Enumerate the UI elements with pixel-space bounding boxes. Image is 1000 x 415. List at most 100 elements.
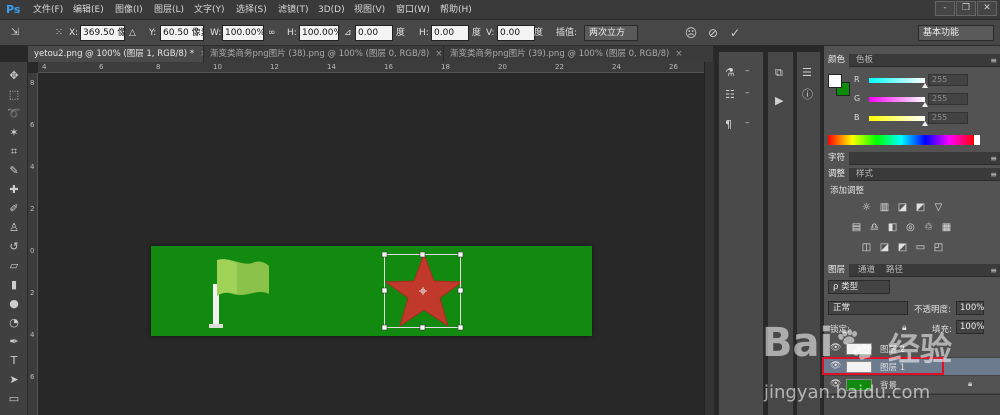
collapse-icon[interactable]: –	[745, 118, 750, 128]
color-lookup-icon[interactable]: ▦	[940, 222, 953, 233]
foreground-color-swatch[interactable]	[828, 74, 842, 88]
workspace-select[interactable]: 基本功能	[918, 25, 994, 41]
move-tool-preset-icon[interactable]: ⇲	[6, 24, 24, 42]
restore-button[interactable]: ❐	[956, 1, 976, 16]
tab-paths[interactable]: 路径	[882, 264, 907, 277]
eyedropper-tool-icon[interactable]: ✎	[5, 163, 23, 179]
reference-point-icon[interactable]: ⁙	[50, 24, 68, 42]
menu-view[interactable]: 视图(V)	[354, 0, 385, 20]
minimize-button[interactable]: -	[935, 1, 955, 16]
panel-menu-icon[interactable]: ≡	[990, 168, 997, 181]
layer-row-selected[interactable]: 👁︎ 图层 1	[822, 357, 1000, 376]
magic-wand-icon[interactable]: ✶	[5, 125, 23, 141]
menu-edit[interactable]: 编辑(E)	[73, 0, 104, 20]
history-icon[interactable]: ⧉	[775, 66, 783, 80]
blend-mode-select[interactable]: 正常	[828, 301, 908, 315]
path-selection-icon[interactable]: ➤	[5, 372, 23, 388]
hue-saturation-icon[interactable]: ▤	[850, 222, 863, 233]
brush-settings-icon[interactable]: ☷	[725, 88, 735, 101]
lasso-tool-icon[interactable]: ➰	[5, 106, 23, 122]
commit-transform-icon[interactable]: ✓	[726, 24, 744, 42]
layer-filter-select[interactable]: ρ 类型	[828, 280, 890, 294]
green-slider[interactable]: G 255	[824, 93, 1000, 107]
gradient-tool-icon[interactable]: ▮	[5, 277, 23, 293]
collapse-icon[interactable]: –	[745, 88, 750, 98]
healing-brush-icon[interactable]: ✚	[5, 182, 23, 198]
black-white-icon[interactable]: ◧	[886, 222, 899, 233]
panel-menu-icon[interactable]: ≡	[990, 152, 997, 165]
menu-type[interactable]: 文字(Y)	[194, 0, 225, 20]
blue-value[interactable]: 255	[928, 112, 968, 124]
threshold-icon[interactable]: ◩	[896, 242, 909, 253]
brush-tool-icon[interactable]: ✐	[5, 201, 23, 217]
warp-icon[interactable]: ☹	[682, 24, 700, 42]
blue-track[interactable]	[869, 116, 925, 121]
menu-window[interactable]: 窗口(W)	[396, 0, 430, 20]
menu-layer[interactable]: 图层(L)	[154, 0, 184, 20]
photo-filter-icon[interactable]: ◎	[904, 222, 917, 233]
close-icon[interactable]: ×	[435, 49, 442, 59]
white-swatch[interactable]	[974, 135, 980, 145]
canvas-area[interactable]	[38, 73, 714, 415]
green-value[interactable]: 255	[928, 93, 968, 105]
panel-menu-icon[interactable]: ≡	[990, 264, 997, 277]
layer-row[interactable]: 👁︎ 背景 🔒︎	[824, 376, 1000, 394]
tab-character[interactable]: 字符	[824, 152, 850, 165]
tab-styles[interactable]: 样式	[852, 168, 877, 181]
lock-all-icon[interactable]: 🔒︎	[902, 323, 907, 333]
h-field[interactable]: 100.00%	[299, 25, 339, 41]
dodge-tool-icon[interactable]: ◔	[5, 315, 23, 331]
tool-preset-icon[interactable]: ⚗	[725, 66, 735, 79]
properties-icon[interactable]: ☰	[802, 66, 812, 79]
hskew-field[interactable]: 0.00	[431, 25, 469, 41]
x-field[interactable]: 369.50 像素	[80, 25, 125, 41]
menu-3d[interactable]: 3D(D)	[318, 0, 345, 20]
y-field[interactable]: 60.50 像素	[160, 25, 204, 41]
document-canvas[interactable]	[151, 246, 592, 336]
brightness-icon[interactable]: ☼	[860, 202, 873, 213]
tab-png-39[interactable]: 渐变类商务png图片 (39).png @ 100% (图层 0, RGB/8)…	[444, 46, 714, 62]
pen-tool-icon[interactable]: ✒	[5, 334, 23, 350]
type-tool-icon[interactable]: T	[5, 353, 23, 369]
vibrance-icon[interactable]: ▽	[932, 202, 945, 213]
menu-help[interactable]: 帮助(H)	[440, 0, 472, 20]
red-track[interactable]	[869, 78, 925, 83]
curves-icon[interactable]: ◪	[896, 202, 909, 213]
color-balance-icon[interactable]: ♎	[868, 222, 881, 233]
w-field[interactable]: 100.00%	[222, 25, 264, 41]
cancel-transform-icon[interactable]: ⊘	[704, 24, 722, 42]
vskew-field[interactable]: 0.00	[497, 25, 535, 41]
angle-field[interactable]: 0.00	[355, 25, 393, 41]
blur-tool-icon[interactable]: ●	[5, 296, 23, 312]
tab-yetou2[interactable]: yetou2.png @ 100% (图层 1, RGB/8) *×	[28, 46, 204, 62]
menu-image[interactable]: 图像(I)	[115, 0, 143, 20]
crop-tool-icon[interactable]: ⌗	[5, 144, 23, 160]
posterize-icon[interactable]: ◪	[878, 242, 891, 253]
marquee-tool-icon[interactable]: ⬚	[5, 87, 23, 103]
history-brush-icon[interactable]: ↺	[5, 239, 23, 255]
blue-slider[interactable]: B 255	[824, 112, 1000, 126]
visibility-eye-icon[interactable]: 👁︎	[830, 343, 841, 353]
tab-layers[interactable]: 图层	[824, 264, 850, 277]
tab-png-38[interactable]: 渐变类商务png图片 (38).png @ 100% (图层 0, RGB/8)…	[204, 46, 444, 62]
shape-tool-icon[interactable]: ▭	[5, 391, 23, 407]
tab-channels[interactable]: 通道	[854, 264, 879, 277]
link-icon[interactable]: ∞	[268, 26, 276, 40]
move-tool-icon[interactable]: ✥	[5, 68, 23, 84]
menu-file[interactable]: 文件(F)	[33, 0, 63, 20]
interpolation-select[interactable]: 两次立方	[584, 25, 638, 41]
visibility-eye-icon[interactable]: 👁︎	[830, 379, 841, 389]
layer-row[interactable]: 👁︎ 图层 2	[824, 340, 1000, 358]
close-button[interactable]: ✕	[977, 1, 997, 16]
close-icon[interactable]: ×	[675, 49, 682, 59]
gradient-map-icon[interactable]: ▭	[914, 242, 927, 253]
menu-filter[interactable]: 滤镜(T)	[278, 0, 309, 20]
vertical-scrollbar[interactable]	[704, 62, 714, 415]
menu-select[interactable]: 选择(S)	[236, 0, 267, 20]
tab-color[interactable]: 颜色	[824, 54, 850, 67]
panel-menu-icon[interactable]: ≡	[990, 54, 997, 67]
actions-icon[interactable]: ▶	[775, 94, 783, 107]
fill-field[interactable]: 100%	[956, 320, 984, 334]
exposure-icon[interactable]: ◩	[914, 202, 927, 213]
channel-mixer-icon[interactable]: ♲	[922, 222, 935, 233]
